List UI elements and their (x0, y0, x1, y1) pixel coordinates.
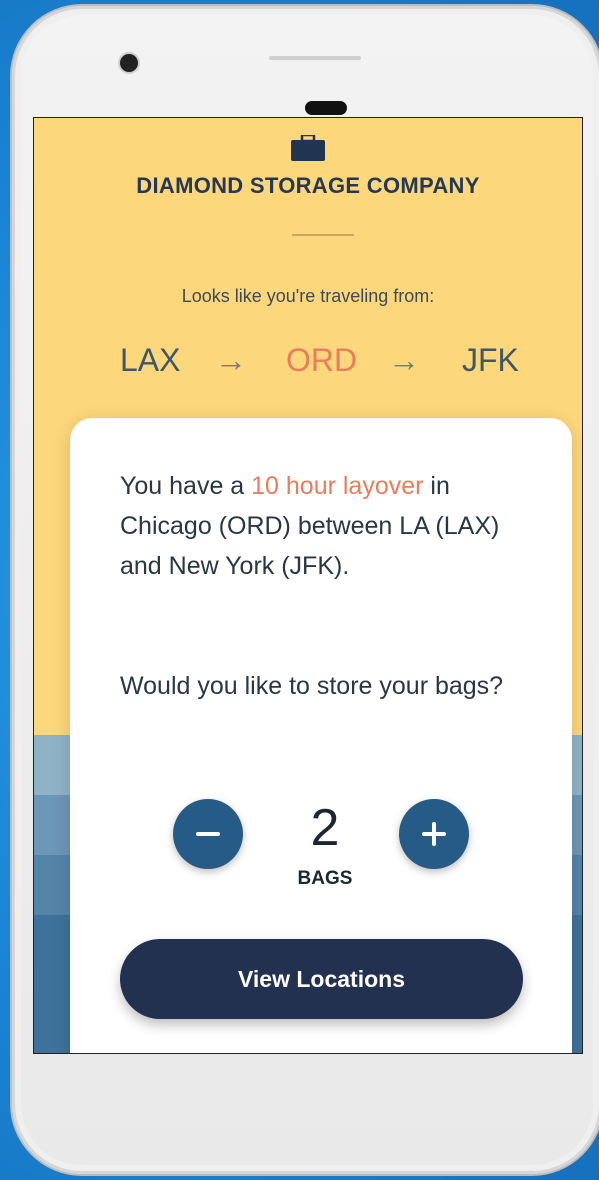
proximity-sensor (305, 101, 347, 115)
store-bags-question: Would you like to store your bags? (120, 672, 504, 700)
minus-icon (196, 832, 220, 836)
origin-airport: LAX (120, 342, 181, 378)
storage-card: You have a 10 hour layover in Chicago (O… (70, 418, 572, 1053)
arrow-right-icon: → (215, 342, 247, 378)
front-camera (120, 54, 138, 72)
header-divider (292, 234, 354, 236)
bag-count: 2 (310, 799, 340, 857)
increase-bags-button[interactable] (399, 799, 469, 869)
view-locations-button[interactable]: View Locations (120, 939, 523, 1019)
bags-label: BAGS (297, 868, 353, 889)
destination-airport: JFK (462, 342, 519, 378)
brand-name: DIAMOND STORAGE COMPANY (136, 173, 480, 198)
earpiece-speaker (269, 56, 361, 60)
message-prefix: You have a (120, 472, 252, 500)
layover-airport: ORD (286, 342, 358, 378)
decrease-bags-button[interactable] (173, 799, 243, 869)
briefcase-icon (291, 135, 325, 161)
traveling-intro: Looks like you're traveling from: (181, 286, 435, 306)
layover-duration: 10 hour layover (251, 472, 424, 500)
plus-icon (422, 822, 446, 846)
arrow-right-icon: → (388, 342, 420, 378)
app-screen: DIAMOND STORAGE COMPANY Looks like you'r… (33, 117, 583, 1054)
layover-message: You have a 10 hour layover in Chicago (O… (120, 466, 530, 586)
route-summary: LAX → ORD → JFK (120, 340, 530, 380)
